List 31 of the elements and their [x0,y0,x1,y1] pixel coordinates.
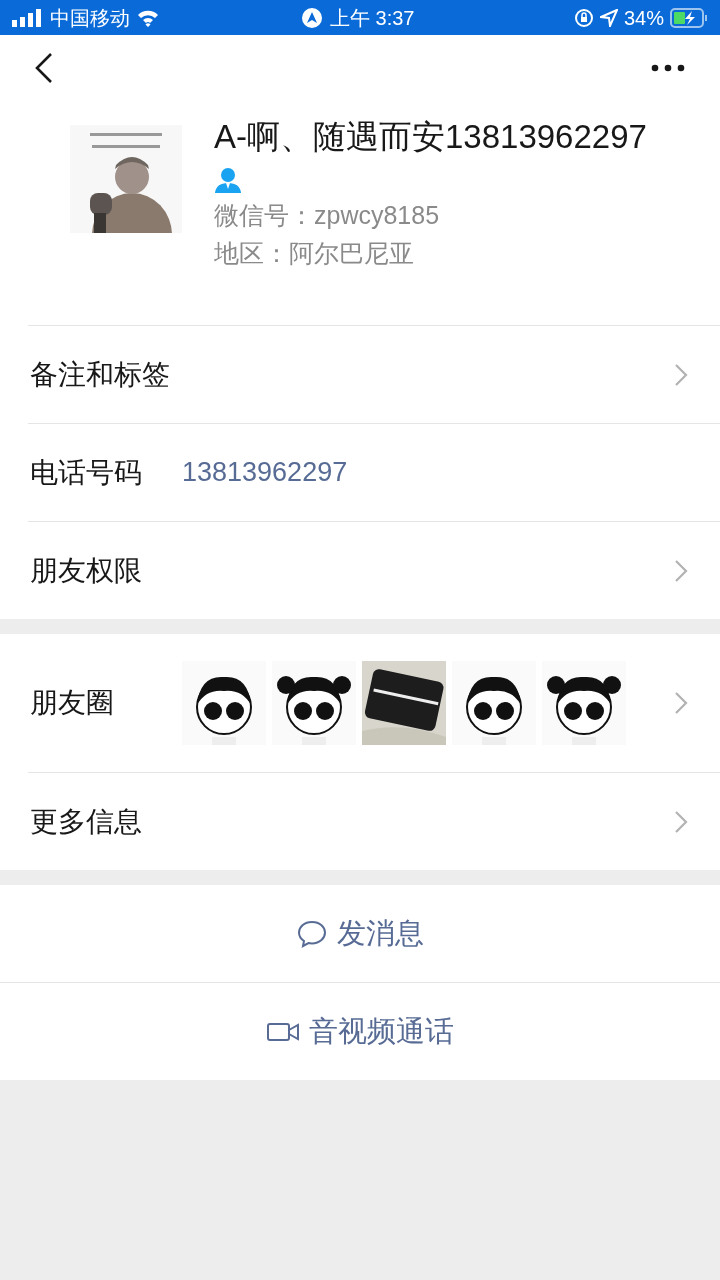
battery-percent: 34% [623,5,664,31]
row-label: 备注和标签 [30,357,171,392]
row-label: 朋友权限 [30,553,143,588]
navigation-arrow-icon [599,8,618,27]
list-row[interactable]: 朋友圈 [28,634,720,772]
signal-icon [12,8,44,27]
wifi-icon [136,8,160,27]
chevron-right-icon [674,809,688,834]
list-row[interactable]: 更多信息 [28,773,720,870]
chevron-right-icon [674,362,688,387]
list-row[interactable]: 朋友权限 [28,522,720,619]
region-text: 地区：阿尔巴尼亚 [214,238,415,269]
phone-number[interactable]: 13813962297 [182,452,348,493]
clock-time: 上午 3:37 [330,5,415,31]
contact-name: A-啊、随遇而安13813962297 [214,117,647,157]
chevron-right-icon [674,558,688,583]
video-camera-icon [266,1021,299,1042]
row-label: 朋友圈 [30,686,115,720]
battery-charging-icon [670,7,708,28]
location-icon [302,7,322,28]
row-label: 更多信息 [30,804,143,839]
carrier-name: 中国移动 [50,5,130,31]
rotation-lock-icon [573,7,594,28]
wechat-id: 微信号：zpwcy8185 [214,200,441,231]
list-row[interactable]: 备注和标签 [28,326,720,423]
chevron-right-icon [674,691,688,715]
action-button[interactable]: 音视频通话 [0,983,720,1080]
row-label: 电话号码 [30,455,143,490]
chat-bubble-icon [296,919,327,948]
person-icon [214,167,242,193]
action-button[interactable]: 发消息 [0,885,720,982]
